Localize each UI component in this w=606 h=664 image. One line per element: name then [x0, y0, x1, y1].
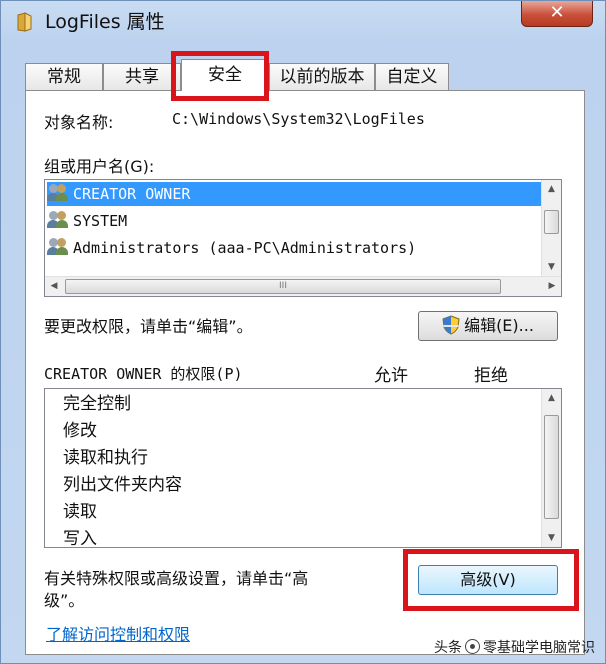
scroll-thumb[interactable]: III	[65, 279, 501, 294]
permission-item: 完全控制	[63, 394, 131, 414]
groups-horizontal-scrollbar[interactable]: ◀ III ▶	[45, 276, 561, 296]
advanced-hint-line1: 有关特殊权限或高级设置，请单击“高	[44, 569, 309, 588]
tab-security[interactable]: 安全	[181, 59, 269, 91]
advanced-hint-line2: 级”。	[44, 591, 85, 610]
scroll-down-icon[interactable]: ▼	[542, 529, 561, 547]
title-bar[interactable]: LogFiles 属性 ✕	[1, 1, 605, 45]
tab-label: 安全	[208, 65, 242, 85]
user-group-icon	[47, 238, 69, 256]
group-item-creator-owner[interactable]: CREATOR OWNER	[47, 182, 541, 206]
permission-item: 读取和执行	[63, 448, 148, 468]
tab-label: 以前的版本	[279, 67, 365, 87]
uac-shield-icon	[442, 315, 460, 335]
group-item-label: Administrators (aaa-PC\Administrators)	[73, 239, 417, 257]
permission-item: 读取	[63, 502, 97, 522]
group-item-system[interactable]: SYSTEM	[47, 209, 127, 233]
watermark-logo-icon	[465, 639, 480, 654]
groups-label: 组或用户名(G):	[44, 157, 155, 176]
scroll-thumb-grip: III	[279, 281, 287, 291]
edit-button-label: 编辑(E)...	[464, 316, 534, 335]
scroll-thumb[interactable]	[544, 210, 559, 234]
learn-access-control-link[interactable]: 了解访问控制和权限	[46, 621, 190, 645]
tab-customize[interactable]: 自定义	[375, 63, 449, 91]
user-group-icon	[47, 184, 69, 202]
groups-vertical-scrollbar[interactable]: ▲ ▼	[541, 180, 561, 276]
close-button[interactable]: ✕	[521, 1, 593, 27]
permission-item: 列出文件夹内容	[63, 475, 182, 495]
permission-item: 写入	[63, 529, 97, 548]
scroll-down-icon[interactable]: ▼	[542, 258, 561, 276]
watermark-account: 零基础学电脑常识	[483, 640, 595, 656]
object-name-label: 对象名称:	[44, 113, 114, 132]
groups-listbox[interactable]: CREATOR OWNER SYSTEM Administrators (aaa…	[44, 179, 562, 297]
advanced-button[interactable]: 高级(V)	[418, 565, 558, 595]
permission-item: 修改	[63, 421, 97, 441]
user-group-icon	[47, 211, 69, 229]
advanced-button-label: 高级(V)	[460, 570, 516, 589]
security-panel: 对象名称: C:\Windows\System32\LogFiles 组或用户名…	[25, 90, 585, 655]
edit-button[interactable]: 编辑(E)...	[418, 311, 558, 341]
scroll-up-icon[interactable]: ▲	[542, 389, 561, 407]
watermark: 头条 零基础学电脑常识	[434, 637, 595, 657]
tab-previous-versions[interactable]: 以前的版本	[269, 63, 375, 91]
tab-strip: 常规 共享 安全 以前的版本 自定义	[25, 59, 585, 91]
object-name-value: C:\Windows\System32\LogFiles	[172, 110, 425, 128]
tab-sharing[interactable]: 共享	[103, 63, 181, 91]
scroll-right-icon[interactable]: ▶	[543, 277, 561, 296]
permissions-listbox[interactable]: 完全控制 修改 读取和执行 列出文件夹内容 读取 写入 ▲ ▼	[44, 388, 562, 548]
allow-column-header: 允许	[374, 366, 408, 386]
tab-label: 常规	[47, 67, 81, 87]
group-item-administrators[interactable]: Administrators (aaa-PC\Administrators)	[47, 236, 416, 260]
edit-hint: 要更改权限，请单击“编辑”。	[44, 317, 253, 336]
scroll-left-icon[interactable]: ◀	[45, 277, 63, 296]
close-icon: ✕	[549, 2, 565, 23]
deny-column-header: 拒绝	[474, 366, 508, 386]
permissions-header: CREATOR OWNER 的权限(P)	[44, 365, 243, 383]
tab-label: 自定义	[386, 67, 438, 87]
tab-label: 共享	[125, 67, 159, 87]
scroll-up-icon[interactable]: ▲	[542, 180, 561, 198]
group-item-label: CREATOR OWNER	[73, 185, 191, 203]
group-item-label: SYSTEM	[73, 212, 128, 230]
properties-window: LogFiles 属性 ✕ 常规 共享 安全 以前的版本 自定义 对象名称: C…	[0, 0, 606, 664]
permissions-vertical-scrollbar[interactable]: ▲ ▼	[541, 389, 561, 547]
window-title: LogFiles 属性	[45, 11, 165, 33]
tab-general[interactable]: 常规	[25, 63, 103, 91]
watermark-prefix: 头条	[434, 640, 462, 656]
folder-icon	[17, 12, 32, 32]
scroll-thumb[interactable]	[544, 415, 559, 519]
